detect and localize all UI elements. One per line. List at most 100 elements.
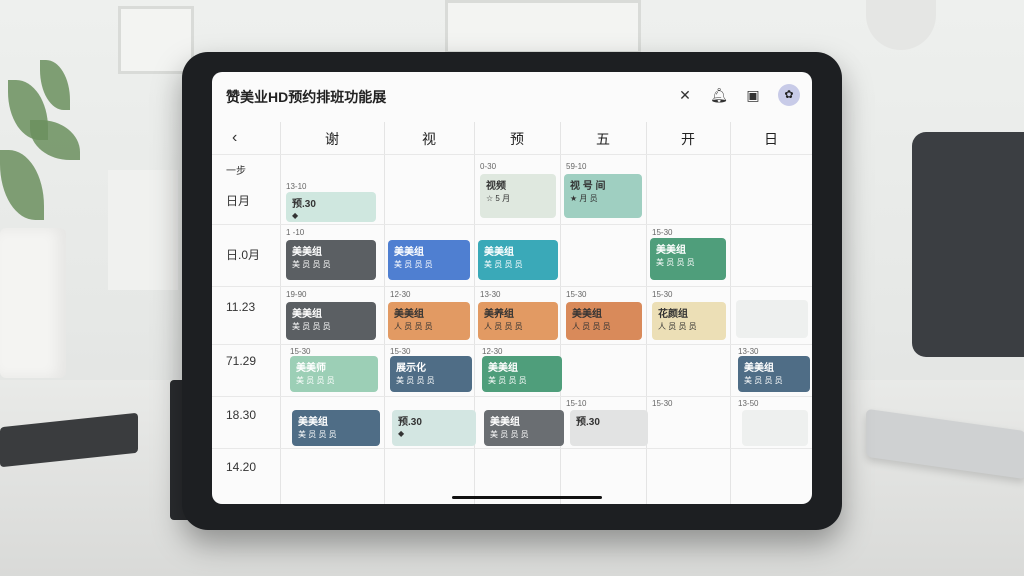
card-meta: 人 员 员 员 xyxy=(572,322,611,331)
wall-picture-frame xyxy=(445,0,641,54)
grid-line xyxy=(212,154,812,155)
card-title: 花颜组 xyxy=(658,309,688,320)
grid-line xyxy=(212,224,812,225)
appointment-card[interactable]: 美美组美 员 员 员 xyxy=(482,356,562,392)
avatar[interactable]: ✿ xyxy=(778,84,800,106)
bell-icon[interactable]: 🔔︎ xyxy=(710,86,728,104)
slot-time: 15-30 xyxy=(652,228,673,237)
card-meta: ★ 月 员 xyxy=(570,194,598,203)
day-header[interactable]: 视 xyxy=(384,124,474,154)
close-icon[interactable]: ✕ xyxy=(676,86,694,104)
card-meta: 美 员 员 员 xyxy=(394,260,433,269)
card-title: 美美组 xyxy=(744,363,774,374)
bookshelf xyxy=(108,170,178,290)
time-label: 18.30 xyxy=(226,408,257,422)
time-label: 日.0月 xyxy=(226,248,261,262)
card-title: 预.30 xyxy=(398,417,422,428)
appointment-card[interactable]: 美美组美 员 员 员 xyxy=(650,238,726,280)
grid-line xyxy=(474,122,475,504)
time-label: 14.20 xyxy=(226,460,257,474)
home-indicator[interactable] xyxy=(452,496,602,499)
card-title: 美美组 xyxy=(394,309,424,320)
appointment-card[interactable]: 美美组人 员 员 员 xyxy=(566,302,642,340)
slot-time: 15-30 xyxy=(566,290,587,299)
day-header[interactable]: 谢 xyxy=(280,124,384,154)
appointment-card[interactable]: 预.30 ◆ xyxy=(392,410,476,446)
calendar-icon[interactable]: ▣ xyxy=(744,86,762,104)
appointment-card[interactable]: 美美组美 员 员 员 xyxy=(738,356,810,392)
appointment-card[interactable] xyxy=(742,410,808,446)
grid-line xyxy=(212,286,812,287)
card-meta: 人 员 员 员 xyxy=(658,322,697,331)
appointment-card[interactable]: 花颜组人 员 员 员 xyxy=(652,302,726,340)
day-header[interactable]: 日 xyxy=(730,124,812,154)
appointment-card[interactable]: 预.30 xyxy=(570,410,648,446)
appointment-card[interactable]: 预.30 ◆ xyxy=(286,192,376,222)
card-title: 预.30 xyxy=(576,417,600,428)
appointment-card[interactable]: 视 号 间 ★ 月 员 xyxy=(564,174,642,218)
appointment-card[interactable]: 视频 ☆ 5 月 xyxy=(480,174,556,218)
time-label: 日月 xyxy=(226,194,251,208)
card-meta: 人 员 员 员 xyxy=(484,322,523,331)
card-meta: 美 员 员 员 xyxy=(488,376,527,385)
card-meta: ◆ xyxy=(398,429,405,438)
grid-line xyxy=(646,122,647,504)
card-meta: 美 员 员 员 xyxy=(292,322,331,331)
plant-pot xyxy=(0,228,66,378)
slot-time: 13-30 xyxy=(738,347,759,356)
appointment-card[interactable]: 美美师美 员 员 员 xyxy=(290,356,378,392)
slot-time: 13-30 xyxy=(480,290,501,299)
card-title: 美美组 xyxy=(490,417,520,428)
appointment-card[interactable]: 美美组美 员 员 员 xyxy=(388,240,470,280)
slot-time: 13-10 xyxy=(286,182,307,191)
app-bar-actions: ✕ 🔔︎ ▣ ✿ xyxy=(676,84,800,106)
card-meta: 美 员 员 员 xyxy=(490,430,529,439)
day-header[interactable]: 开 xyxy=(646,124,730,154)
wall-picture-frame xyxy=(118,6,194,74)
slot-time: 13-50 xyxy=(738,399,759,408)
grid-line xyxy=(212,448,812,449)
card-title: 美美组 xyxy=(292,309,322,320)
grid-line xyxy=(730,122,731,504)
grid-line xyxy=(280,122,281,504)
tablet-screen: 赞美业HD预约排班功能展 ✕ 🔔︎ ▣ ✿ ‹ 谢 视 预 五 开 日 一步 日… xyxy=(212,72,812,504)
card-meta: 美 员 员 员 xyxy=(292,260,331,269)
card-meta: 美 员 员 员 xyxy=(656,258,695,267)
slot-time: 15-30 xyxy=(290,347,311,356)
card-meta: 美 员 员 员 xyxy=(744,376,783,385)
appointment-card[interactable]: 美美组美 员 员 员 xyxy=(292,410,380,446)
appointment-card[interactable]: 展示化美 员 员 员 xyxy=(390,356,472,392)
card-title: 美养组 xyxy=(484,309,514,320)
appointment-card[interactable] xyxy=(736,300,808,338)
slot-time: 19-90 xyxy=(286,290,307,299)
card-title: 美美组 xyxy=(484,247,514,258)
slot-time: 15-30 xyxy=(652,399,673,408)
desk-lamp xyxy=(866,0,936,50)
appointment-card[interactable]: 美美组美 员 员 员 xyxy=(286,240,376,280)
slot-time: 15-30 xyxy=(652,290,673,299)
card-title: 美美组 xyxy=(656,245,686,256)
day-header[interactable]: 预 xyxy=(474,124,560,154)
appointment-card[interactable]: 美美组美 员 员 员 xyxy=(478,240,558,280)
appointment-card[interactable]: 美养组人 员 员 员 xyxy=(478,302,558,340)
slot-time: 0-30 xyxy=(480,162,497,171)
back-chevron-icon[interactable]: ‹ xyxy=(232,129,237,147)
card-title: 美美组 xyxy=(572,309,602,320)
grid-line xyxy=(384,122,385,504)
card-meta: 人 员 员 员 xyxy=(394,322,433,331)
slot-time: 15-30 xyxy=(390,347,411,356)
plant-leaf xyxy=(0,150,44,220)
grid-line xyxy=(212,396,812,397)
app-bar: 赞美业HD预约排班功能展 ✕ 🔔︎ ▣ ✿ xyxy=(212,72,812,120)
slot-time: 12-30 xyxy=(482,347,503,356)
appointment-card[interactable]: 美美组人 员 员 员 xyxy=(388,302,470,340)
card-title: 视 号 间 xyxy=(570,181,606,192)
appointment-card[interactable]: 美美组美 员 员 员 xyxy=(484,410,564,446)
time-label: 一步 xyxy=(226,166,246,177)
card-title: 美美组 xyxy=(298,417,328,428)
slot-time: 12-30 xyxy=(390,290,411,299)
slot-time: 59-10 xyxy=(566,162,587,171)
appointment-card[interactable]: 美美组美 员 员 员 xyxy=(286,302,376,340)
card-title: 美美组 xyxy=(292,247,322,258)
day-header[interactable]: 五 xyxy=(560,124,646,154)
